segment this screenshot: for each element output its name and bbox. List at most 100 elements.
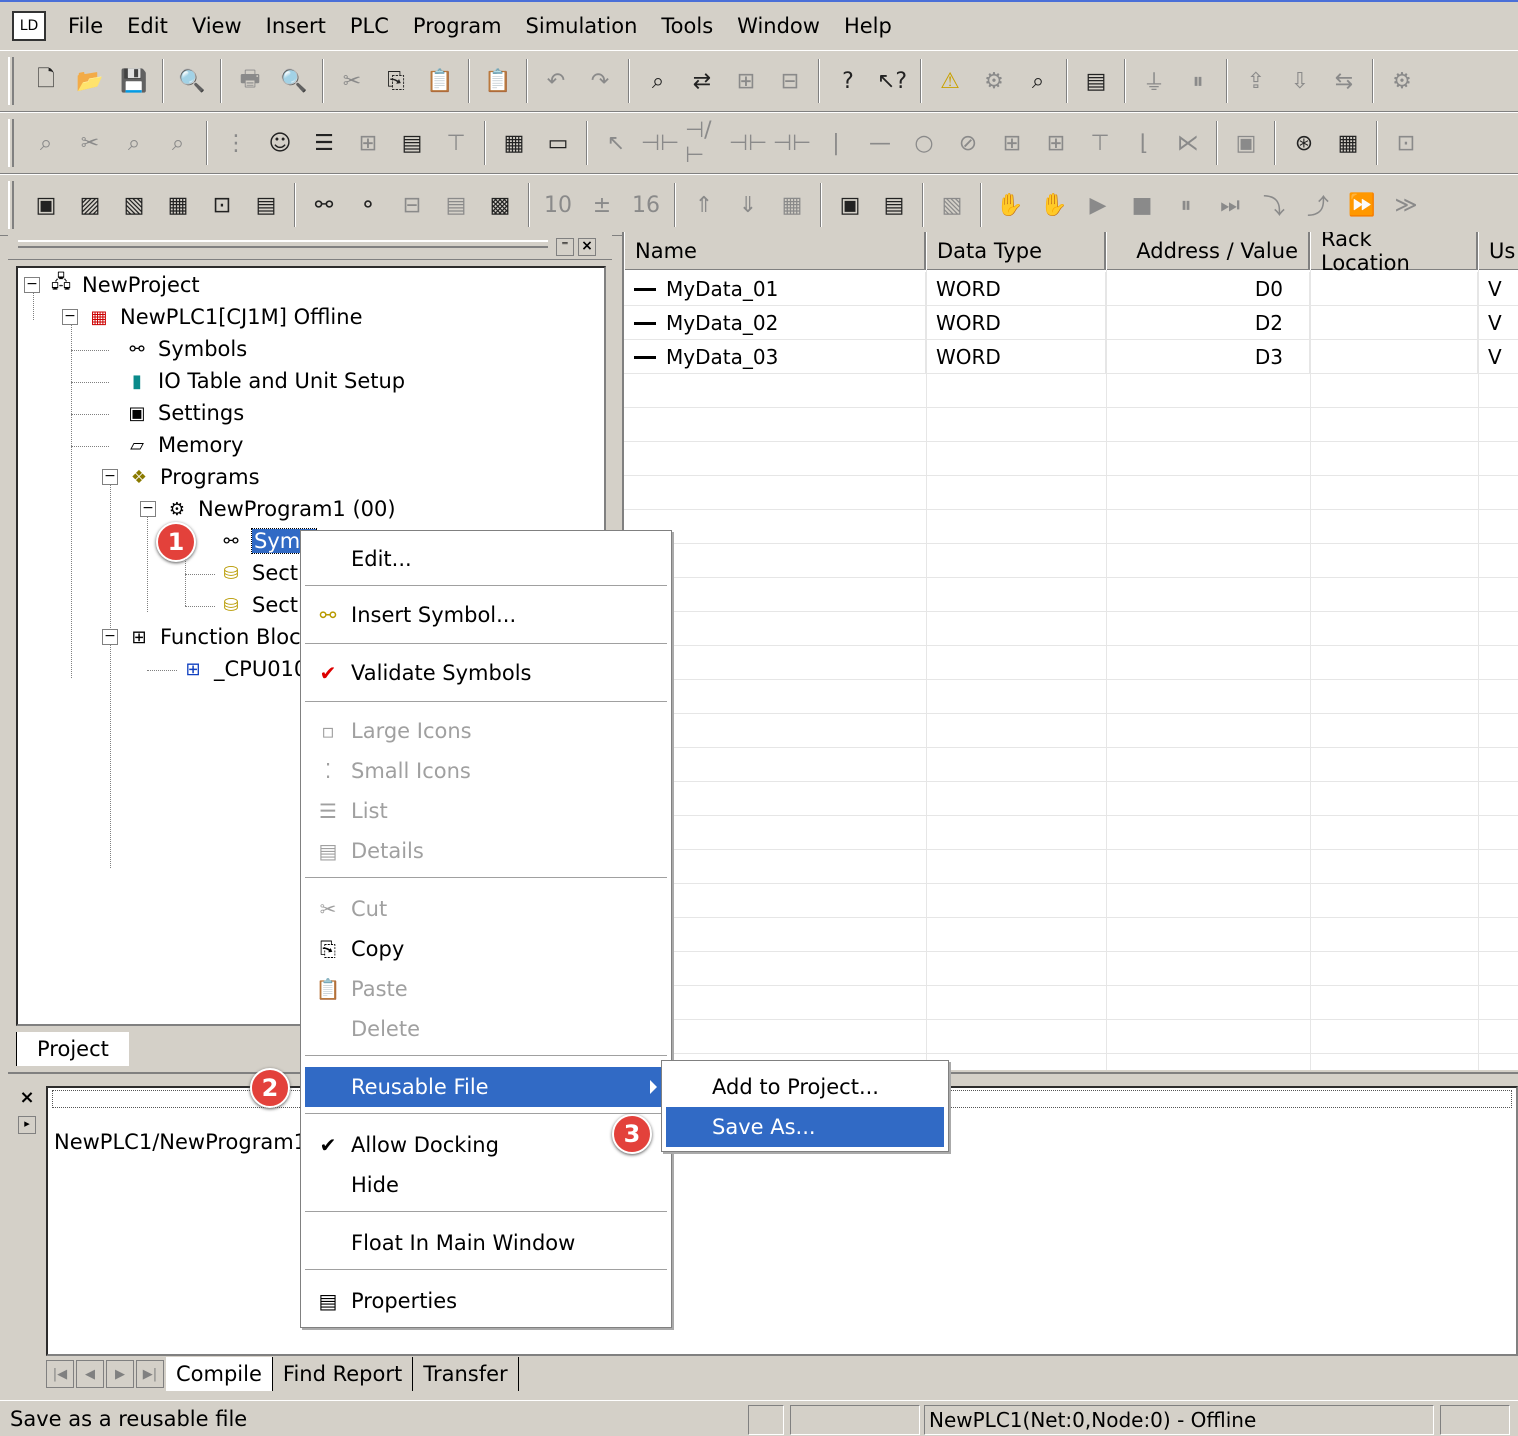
collapse-icon[interactable]: − [140,501,156,517]
menu-item-hide[interactable]: Hide [305,1165,667,1205]
step-in-icon[interactable]: ⤵ [1255,186,1293,224]
next-tab-icon[interactable]: ▶ [106,1360,134,1388]
menu-item-small-icons[interactable]: ⁚ Small Icons [305,751,667,791]
tab-find-report[interactable]: Find Report [273,1357,414,1391]
monitor-icon[interactable]: ▤ [393,124,431,162]
search-warning-icon[interactable]: ⌕ [1019,62,1057,100]
break-icon[interactable]: ▧ [933,186,971,224]
clipboard-icon[interactable]: 📋 [479,62,517,100]
help-icon[interactable]: ? [829,62,867,100]
grid-icon[interactable]: ⋮ [217,124,255,162]
close-icon[interactable]: × [16,1088,38,1110]
menu-item-large-icons[interactable]: ▫ Large Icons [305,711,667,751]
tree-item-cpu-fb[interactable]: ⊞ _CPU010 [178,654,307,684]
contact-no-icon[interactable]: ⊣⊢ [641,124,679,162]
menu-item-paste[interactable]: 📋 Paste [305,969,667,1009]
zoom-small-icon[interactable]: ⌕ [27,124,65,162]
coil-nc-icon[interactable]: ⊘ [949,124,987,162]
tree-item-memory[interactable]: ▱ Memory [122,430,243,460]
menu-item-cut[interactable]: ✂ Cut [305,889,667,929]
wire-icon[interactable]: ⌊ [1125,124,1163,162]
fast-forward-icon[interactable]: ⏩ [1343,186,1381,224]
force-icon[interactable]: ▦ [773,186,811,224]
tree-item-io-table[interactable]: ▮ IO Table and Unit Setup [122,366,405,396]
io-icon[interactable]: ▤ [437,186,475,224]
instruction-icon[interactable]: ⊞ [993,124,1031,162]
print-icon[interactable]: 🖶 [231,62,269,100]
table-row[interactable]: MyData_03 WORD D3 V [624,340,1518,374]
transfer-to-plc-icon[interactable]: ⇪ [1237,62,1275,100]
coil-icon[interactable]: ○ [905,124,943,162]
paste-icon[interactable]: 📋 [421,62,459,100]
hand-icon[interactable]: ✋ [991,186,1029,224]
contact-or-icon[interactable]: ⊣⊢ [729,124,767,162]
transfer-from-plc-icon[interactable]: ⇩ [1281,62,1319,100]
last-tab-icon[interactable]: ▶| [136,1360,164,1388]
contact-or-nc-icon[interactable]: ⊣⊢ [773,124,811,162]
properties-icon[interactable]: ▤ [247,186,285,224]
new-file-icon[interactable]: 🗋 [27,62,65,100]
undo-icon[interactable]: ↶ [537,62,575,100]
collapse-icon[interactable]: − [62,309,78,325]
menu-item-details[interactable]: ▤ Details [305,831,667,871]
horizontal-line-icon[interactable]: — [861,124,899,162]
contact-nc-icon[interactable]: ⊣/⊢ [685,118,723,168]
decimal-icon[interactable]: 10 [539,186,577,224]
menu-item-reusable-file[interactable]: Reusable File [305,1067,667,1107]
ci-icon[interactable]: ▭ [539,124,577,162]
cut-icon[interactable]: ✂ [333,62,371,100]
tree-item-settings[interactable]: ▣ Settings [122,398,244,428]
section-icon[interactable]: ⊡ [203,186,241,224]
menu-simulation[interactable]: Simulation [514,14,650,38]
zoom-fit-icon[interactable]: ✂ [71,124,109,162]
column-header-rack-location[interactable]: Rack Location [1310,232,1478,275]
menu-edit[interactable]: Edit [115,14,180,38]
menu-window[interactable]: Window [725,14,832,38]
address-window-icon[interactable]: ▦ [159,186,197,224]
step-down-icon[interactable]: ⇓ [729,186,767,224]
compare-icon[interactable]: ⇆ [1325,62,1363,100]
table-row[interactable]: MyData_01 WORD D0 V [624,272,1518,306]
menu-item-save-as[interactable]: Save As... [666,1107,944,1147]
step-out-icon[interactable]: ⤴ [1299,186,1337,224]
decimal-signed-icon[interactable]: ± [583,186,621,224]
print-preview-icon[interactable]: 🔍 [173,62,211,100]
tree-item-symbols[interactable]: ⚯ Symbols [122,334,247,364]
close-icon[interactable]: × [578,238,596,256]
menu-file[interactable]: File [56,14,115,38]
menu-item-float[interactable]: Float In Main Window [305,1223,667,1263]
toolbar-grip[interactable] [8,57,14,105]
pause-sim-icon[interactable]: ⏸ [1167,186,1205,224]
collapse-icon[interactable]: − [102,469,118,485]
prev-tab-icon[interactable]: ◀ [76,1360,104,1388]
calendar-icon[interactable]: ▦ [1329,124,1367,162]
column-header-data-type[interactable]: Data Type [926,232,1106,270]
redo-icon[interactable]: ↷ [581,62,619,100]
tree-item-programs[interactable]: − ❖ Programs [102,462,260,492]
menu-item-properties[interactable]: ▤ Properties [305,1281,667,1321]
tree-item-project[interactable]: − 🖧 NewProject [24,270,200,300]
column-header-name[interactable]: Name [624,232,926,270]
hand-step-icon[interactable]: ✋ [1035,186,1073,224]
watch-window-icon[interactable]: ▧ [115,186,153,224]
menu-program[interactable]: Program [401,14,514,38]
tab-project[interactable]: Project [16,1032,129,1066]
disk-icon[interactable]: ⊛ [1285,124,1323,162]
menu-item-edit[interactable]: Edit... [305,539,667,579]
warning-icon[interactable]: ⚠ [931,62,969,100]
cross-reference-icon[interactable]: ⊞ [727,62,765,100]
menu-insert[interactable]: Insert [254,14,338,38]
menu-plc[interactable]: PLC [338,14,401,38]
zoom-out-icon[interactable]: ⌕ [159,124,197,162]
menu-item-delete[interactable]: Delete [305,1009,667,1049]
dock-icon[interactable]: ⁼ [556,238,574,256]
simulator-icon[interactable]: ▣ [831,186,869,224]
step-up-icon[interactable]: ⇑ [685,186,723,224]
step-icon[interactable]: ⏭ [1211,186,1249,224]
memory-icon[interactable]: ⊟ [393,186,431,224]
instruction2-icon[interactable]: ⊞ [1037,124,1075,162]
sma-icon[interactable]: ▦ [495,124,533,162]
hex-icon[interactable]: 16 [627,186,665,224]
menu-item-validate-symbols[interactable]: ✔ Validate Symbols [305,653,667,693]
first-tab-icon[interactable]: |◀ [46,1360,74,1388]
